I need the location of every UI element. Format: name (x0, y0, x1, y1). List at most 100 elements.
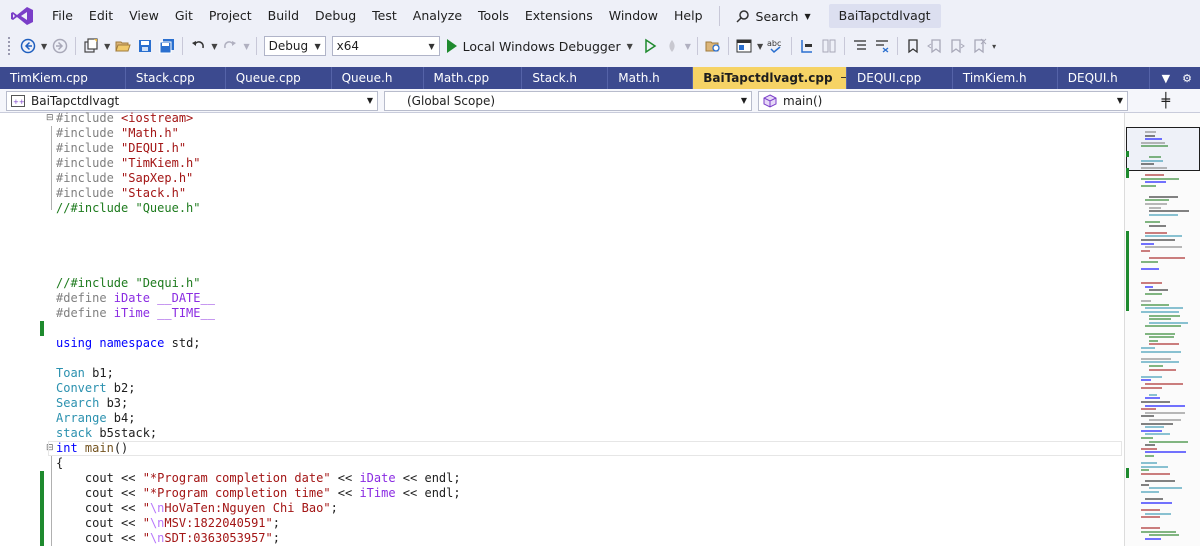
save-all-button[interactable] (157, 36, 177, 56)
minimap-line (1141, 159, 1163, 162)
menu-edit[interactable]: Edit (81, 4, 121, 28)
code-line: Convert b2; (56, 381, 136, 395)
minimap-line (1145, 480, 1175, 483)
menu-project[interactable]: Project (201, 4, 260, 28)
menu-tools[interactable]: Tools (470, 4, 517, 28)
redo-icon (224, 41, 237, 49)
step-into-button[interactable] (797, 36, 817, 56)
minimap-line (1141, 469, 1149, 472)
code-line: #include "Stack.h" (56, 186, 187, 200)
minimap-line (1141, 527, 1160, 529)
minimap-line (1149, 365, 1163, 367)
tab-baitapctdlvagt-cpp[interactable]: BaiTapctdlvagt.cpp ⊸ ✕ (693, 67, 848, 89)
forward-button[interactable] (50, 36, 70, 56)
undo-button[interactable] (188, 36, 208, 56)
minimap-line (1145, 246, 1182, 249)
change-indicator (40, 321, 44, 336)
scope-select[interactable]: (Global Scope) ▼ (384, 90, 752, 111)
menu-test[interactable]: Test (364, 4, 405, 28)
new-project-button[interactable] (81, 36, 101, 56)
forward-arrow-icon (52, 38, 68, 54)
tab-stack-h[interactable]: Stack.h (522, 67, 609, 89)
tab-stack-cpp[interactable]: Stack.cpp (126, 67, 226, 89)
menu-extensions[interactable]: Extensions (517, 4, 601, 28)
toolbar-separator (791, 37, 793, 55)
menu-file[interactable]: File (44, 4, 81, 28)
tab-label: Queue.cpp (235, 71, 301, 85)
comment-lines-button[interactable] (850, 36, 870, 56)
menu-git[interactable]: Git (167, 4, 201, 28)
menu-analyze[interactable]: Analyze (405, 4, 470, 28)
code-line: #include "Math.h" (56, 126, 179, 140)
new-project-icon (84, 38, 98, 53)
minimap-line (1141, 267, 1159, 270)
navigation-bar: ++ BaiTapctdlvagt ▼ (Global Scope) ▼ mai… (0, 89, 1200, 113)
minimap-change-indicator (1126, 151, 1129, 157)
open-file-button[interactable] (113, 36, 133, 56)
next-bookmark-button[interactable] (947, 36, 967, 56)
chevron-down-icon[interactable]: ▼ (104, 42, 110, 51)
hot-reload-button[interactable] (662, 36, 682, 56)
member-select[interactable]: main() ▼ (758, 90, 1128, 111)
chevron-down-icon[interactable]: ▼ (685, 42, 691, 51)
toolbar-separator (182, 37, 184, 55)
solution-name: BaiTapctdlvagt (828, 4, 941, 28)
tab-timkiem-h[interactable]: TimKiem.h (953, 67, 1058, 89)
chevron-down-icon[interactable]: ▼ (243, 42, 249, 51)
toggle-view-button[interactable] (819, 36, 839, 56)
minimap-scrollbar[interactable] (1124, 113, 1200, 546)
tab-dequi-h[interactable]: DEQUI.h (1058, 67, 1150, 89)
solution-platform-select[interactable]: x64 ▼ (331, 36, 440, 56)
code-line: cout << "\nSDT:0363053957"; (56, 531, 280, 545)
search-button[interactable]: Search ▼ (728, 4, 819, 28)
previous-bookmark-button[interactable] (925, 36, 945, 56)
chevron-down-icon[interactable]: ▼ (211, 42, 217, 51)
tab-queue-cpp[interactable]: Queue.cpp (226, 67, 332, 89)
minimap-line (1145, 221, 1160, 223)
bookmark-previous-icon (927, 39, 941, 54)
menu-window[interactable]: Window (601, 4, 666, 28)
solution-configuration-select[interactable]: Debug ▼ (263, 36, 326, 56)
tab-list-dropdown-icon[interactable]: ▼ (1162, 72, 1170, 85)
minimap-line (1145, 307, 1183, 310)
redo-button[interactable] (220, 36, 240, 56)
tab-math-cpp[interactable]: Math.cpp (424, 67, 523, 89)
start-debugging-button[interactable]: Local Windows Debugger ▼ (443, 35, 639, 57)
settings-gear-icon[interactable]: ⚙ (1182, 72, 1192, 85)
hot-reload-icon (669, 40, 675, 52)
chevron-down-icon[interactable]: ▼ (41, 42, 47, 51)
project-select[interactable]: ++ BaiTapctdlvagt ▼ (6, 90, 378, 111)
tab-dequi-cpp[interactable]: DEQUI.cpp (847, 67, 953, 89)
browse-folder-button[interactable] (703, 36, 723, 56)
configuration-value: Debug (268, 39, 309, 53)
code-editor[interactable]: ⊟ ⊟ #include <iostream> #include "Math.h… (0, 111, 1200, 546)
split-window-icon[interactable]: ╪ (1162, 93, 1170, 109)
tab-queue-h[interactable]: Queue.h (332, 67, 424, 89)
chevron-down-icon[interactable]: ▼ (627, 42, 633, 51)
toolbar-overflow-icon[interactable]: ▾ (992, 42, 996, 51)
menu-debug[interactable]: Debug (307, 4, 364, 28)
clear-bookmarks-button[interactable] (969, 36, 989, 56)
minimap-viewport[interactable] (1126, 127, 1200, 171)
minimap-line (1141, 530, 1176, 533)
menu-build[interactable]: Build (260, 4, 307, 28)
toggle-bookmark-button[interactable] (903, 36, 923, 56)
menu-help[interactable]: Help (666, 4, 711, 28)
minimap-line (1149, 314, 1180, 317)
start-without-debugging-button[interactable] (640, 36, 660, 56)
tab-label: BaiTapctdlvagt.cpp (703, 71, 833, 85)
toolbar-grip[interactable] (8, 37, 11, 55)
cpp-project-icon: ++ (11, 94, 25, 107)
uncomment-lines-button[interactable] (872, 36, 892, 56)
minimap-line (1149, 224, 1166, 227)
save-button[interactable] (135, 36, 155, 56)
tab-timkiem-cpp[interactable]: TimKiem.cpp (0, 67, 126, 89)
menu-view[interactable]: View (121, 4, 167, 28)
spell-check-button[interactable]: abc (766, 36, 786, 56)
window-layout-button[interactable] (734, 36, 754, 56)
back-button[interactable] (18, 36, 38, 56)
code-text-area[interactable]: #include <iostream> #include "Math.h" #i… (48, 111, 1122, 546)
chevron-down-icon: ▼ (1116, 96, 1123, 105)
tab-math-h[interactable]: Math.h (608, 67, 694, 89)
chevron-down-icon[interactable]: ▼ (757, 42, 763, 51)
